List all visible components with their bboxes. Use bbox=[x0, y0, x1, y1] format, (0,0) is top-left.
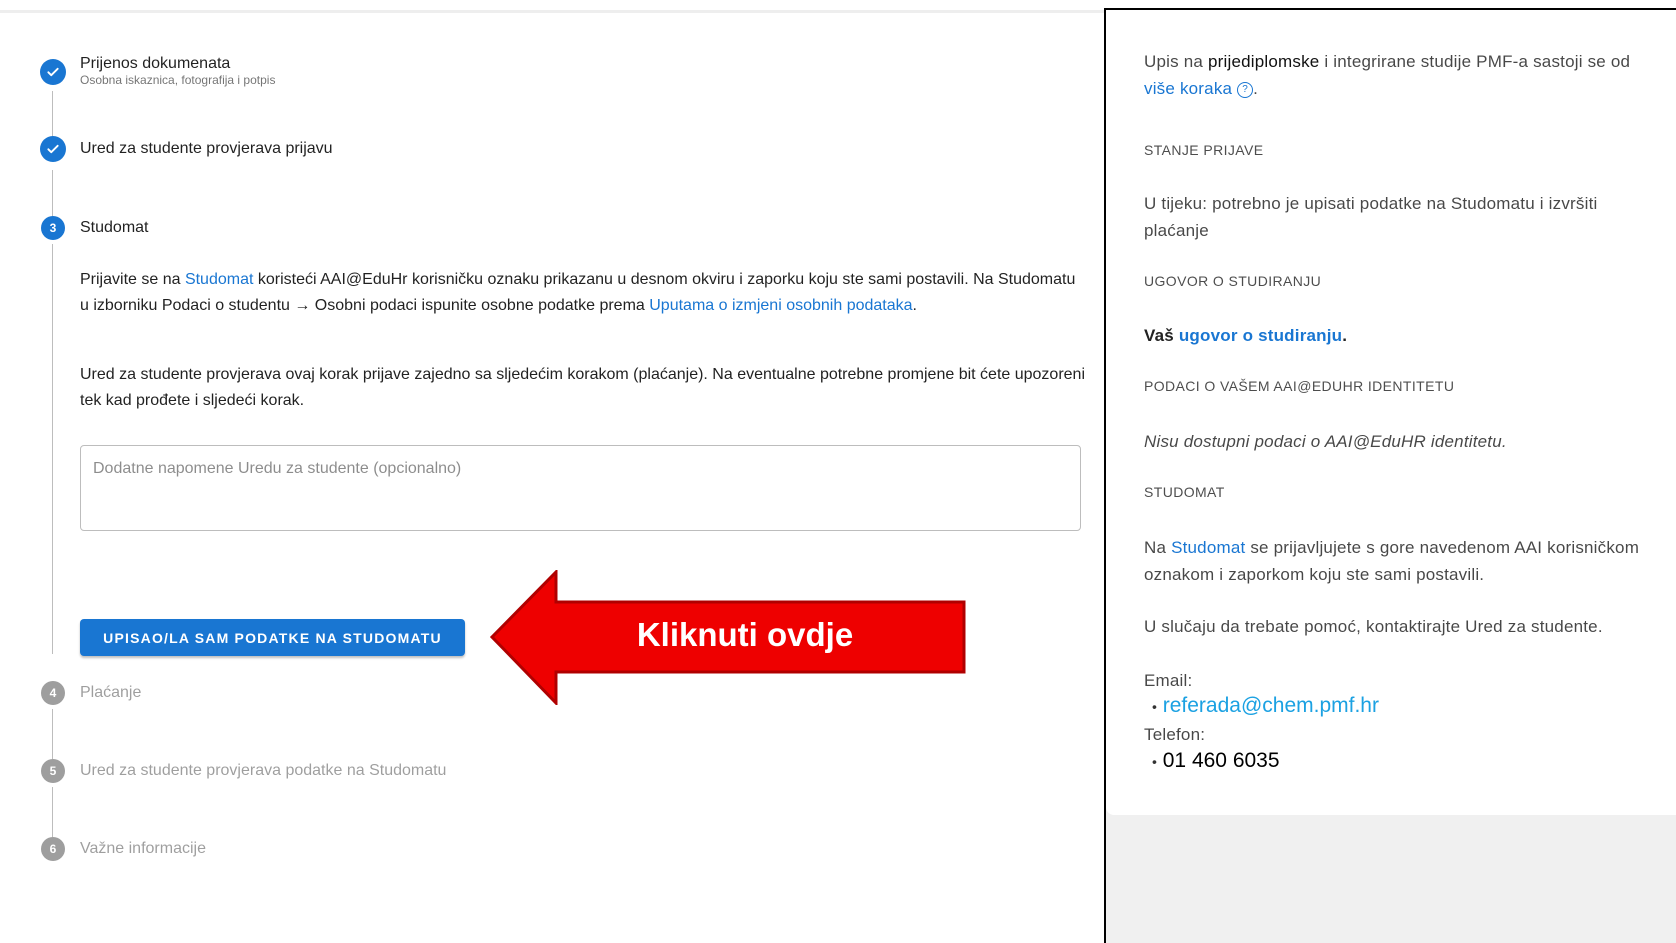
phone-number: 01 460 6035 bbox=[1162, 749, 1280, 772]
step-6-label: Važne informacije bbox=[80, 840, 206, 857]
arrow-annotation-text: Kliknuti ovdje bbox=[636, 616, 854, 653]
step-2-check-icon bbox=[40, 136, 66, 162]
step-1-label: Prijenos dokumenata bbox=[80, 55, 231, 72]
email-label: Email: bbox=[1144, 671, 1193, 690]
contract-link[interactable]: ugovor o studiranju bbox=[1179, 326, 1342, 345]
contract-text: Vaš ugovor o studiranju. bbox=[1144, 326, 1348, 345]
section-heading-status: STANJE PRIJAVE bbox=[1144, 142, 1264, 158]
step-6-number-icon: 6 bbox=[41, 837, 65, 861]
email-link[interactable]: referada@chem.pmf.hr bbox=[1163, 694, 1379, 717]
application-status: U tijeku: potrebno je upisati podatke na… bbox=[1144, 194, 1598, 240]
section-heading-studomat: STUDOMAT bbox=[1144, 484, 1225, 500]
help-text: U slučaju da trebate pomoć, kontaktirajt… bbox=[1144, 617, 1603, 636]
step-4-number-icon: 4 bbox=[41, 681, 65, 705]
email-item: • referada@chem.pmf.hr bbox=[1152, 694, 1379, 717]
studomat-instructions: Prijavite se na Studomat koristeći AAI@E… bbox=[80, 271, 1076, 314]
info-card: Upis na prijediplomske i integrirane stu… bbox=[1106, 10, 1676, 815]
step-5-number-icon: 5 bbox=[41, 759, 65, 783]
studomat-info: Na Studomat se prijavljujete s gore nave… bbox=[1144, 538, 1640, 584]
more-steps-link[interactable]: više koraka bbox=[1144, 79, 1232, 98]
step-3-content-line bbox=[52, 244, 53, 654]
info-panel: Upis na prijediplomske i integrirane stu… bbox=[1104, 8, 1676, 943]
step-4-label: Plaćanje bbox=[80, 684, 142, 701]
step-1-sublabel: Osobna iskaznica, fotografija i potpis bbox=[80, 73, 276, 87]
entered-data-on-studomat-button[interactable]: UPISAO/LA SAM PODATKE NA STUDOMATU bbox=[80, 619, 465, 656]
intro-text: Upis na prijediplomske i integrirane stu… bbox=[1144, 52, 1631, 98]
step-2-label: Ured za studente provjerava prijavu bbox=[80, 140, 333, 157]
studomat-panel-link[interactable]: Studomat bbox=[1171, 538, 1245, 557]
step-3-label: Studomat bbox=[80, 219, 149, 236]
phone-label: Telefon: bbox=[1144, 725, 1206, 744]
top-divider bbox=[0, 10, 1105, 13]
notes-field[interactable] bbox=[80, 445, 1081, 531]
section-heading-identity: PODACI O VAŠEM AAI@EDUHR IDENTITETU bbox=[1144, 378, 1455, 394]
phone-item: • 01 460 6035 bbox=[1152, 749, 1280, 772]
step-3-number-icon: 3 bbox=[41, 216, 65, 240]
step-connector bbox=[52, 170, 53, 218]
step-5-label: Ured za studente provjerava podatke na S… bbox=[80, 762, 447, 779]
identity-info: Nisu dostupni podaci o AAI@EduHR identit… bbox=[1144, 432, 1507, 451]
section-heading-contract: UGOVOR O STUDIRANJU bbox=[1144, 273, 1322, 289]
review-note: Ured za studente provjerava ovaj korak p… bbox=[80, 366, 1085, 409]
instructions-link[interactable]: Uputama o izmjeni osobnih podataka bbox=[649, 297, 912, 314]
help-circle-icon[interactable]: ? bbox=[1237, 81, 1254, 98]
step-connector bbox=[52, 787, 53, 837]
step-1-check-icon bbox=[40, 59, 66, 85]
step-connector bbox=[52, 91, 53, 141]
studomat-link[interactable]: Studomat bbox=[185, 271, 253, 288]
step-connector bbox=[52, 709, 53, 759]
